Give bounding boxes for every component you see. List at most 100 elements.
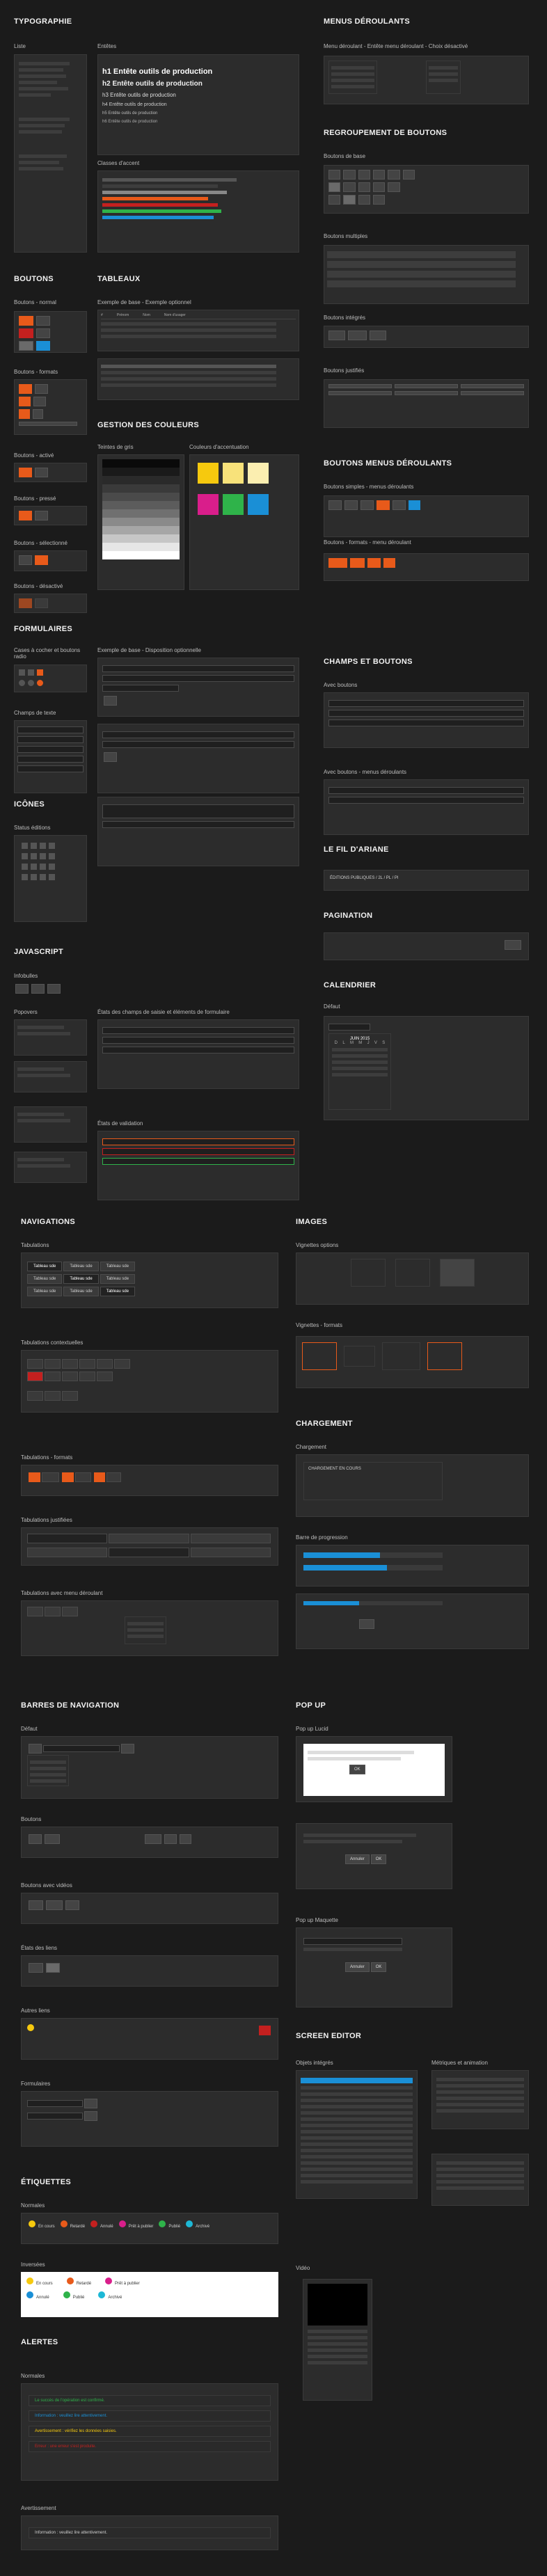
success-field[interactable] bbox=[102, 1158, 294, 1165]
group-btn[interactable] bbox=[388, 182, 400, 192]
format-tab[interactable] bbox=[75, 1472, 92, 1482]
format-button-2[interactable] bbox=[35, 384, 49, 394]
video-btn[interactable] bbox=[45, 1900, 63, 1910]
sample-button-red[interactable] bbox=[19, 328, 33, 338]
field-1[interactable] bbox=[17, 726, 84, 733]
sample-button-light[interactable] bbox=[19, 341, 33, 351]
group-btn[interactable] bbox=[328, 195, 341, 205]
injected-btn[interactable] bbox=[370, 331, 387, 340]
password-field[interactable] bbox=[102, 675, 294, 682]
format-tab[interactable] bbox=[94, 1472, 106, 1482]
format-tab[interactable] bbox=[106, 1472, 122, 1482]
field-5[interactable] bbox=[17, 765, 84, 772]
radio-2[interactable] bbox=[28, 680, 34, 686]
ctx-tab[interactable] bbox=[79, 1359, 96, 1369]
tab[interactable]: Tableau sde bbox=[63, 1287, 99, 1296]
menu-btn[interactable] bbox=[409, 500, 421, 510]
popup-model-ok[interactable]: OK bbox=[370, 1962, 387, 1972]
dropdown-tab[interactable] bbox=[27, 1607, 44, 1616]
error-field[interactable] bbox=[102, 1148, 294, 1155]
navbar-btn[interactable] bbox=[164, 1834, 177, 1844]
h-password-field[interactable] bbox=[102, 741, 294, 748]
pressed-button-1[interactable] bbox=[19, 511, 33, 520]
sample-button-gray[interactable] bbox=[35, 316, 51, 326]
group-btn[interactable] bbox=[358, 170, 371, 180]
group-btn[interactable] bbox=[373, 182, 386, 192]
thumbnail[interactable] bbox=[382, 1342, 420, 1370]
tab[interactable]: Tableau sde bbox=[100, 1287, 136, 1296]
ctx-tab[interactable] bbox=[97, 1359, 113, 1369]
field-with-menu[interactable] bbox=[328, 787, 524, 794]
ctx-tab[interactable] bbox=[27, 1359, 44, 1369]
video-preview[interactable] bbox=[308, 2284, 367, 2325]
justified-btn[interactable] bbox=[395, 391, 458, 395]
radio-3[interactable] bbox=[37, 680, 43, 686]
h-submit-button[interactable] bbox=[104, 752, 118, 762]
field-4[interactable] bbox=[17, 756, 84, 763]
nav-item[interactable] bbox=[29, 1744, 42, 1754]
field-3[interactable] bbox=[17, 746, 84, 753]
tab[interactable]: Tableau sde bbox=[27, 1287, 63, 1296]
selected-button-1[interactable] bbox=[19, 555, 33, 565]
injected-btn[interactable] bbox=[348, 331, 367, 340]
menu-format-btn[interactable] bbox=[328, 558, 348, 568]
group-btn[interactable] bbox=[373, 195, 386, 205]
tooltip-button-3[interactable] bbox=[47, 984, 61, 994]
tab-dropdown-menu[interactable] bbox=[125, 1616, 166, 1644]
popup-ok-button-2[interactable]: OK bbox=[370, 1854, 387, 1864]
justified-tab[interactable] bbox=[190, 1548, 271, 1557]
popup-ok-button[interactable]: OK bbox=[349, 1765, 365, 1774]
email-field[interactable] bbox=[102, 665, 294, 672]
thumbnail[interactable] bbox=[302, 1342, 337, 1370]
justified-tab[interactable] bbox=[109, 1548, 189, 1557]
group-btn[interactable] bbox=[358, 195, 371, 205]
field-with-button[interactable] bbox=[328, 719, 524, 726]
justified-btn[interactable] bbox=[461, 384, 524, 388]
active-button-1[interactable] bbox=[19, 468, 33, 477]
menu-btn[interactable] bbox=[344, 500, 358, 510]
menu-btn[interactable] bbox=[328, 500, 342, 510]
group-btn[interactable] bbox=[328, 182, 341, 192]
format-button-5[interactable] bbox=[19, 409, 30, 419]
ctx-tab[interactable] bbox=[45, 1359, 61, 1369]
format-button-6[interactable] bbox=[32, 409, 44, 419]
sample-button-blue[interactable] bbox=[35, 341, 51, 351]
menu-btn[interactable] bbox=[393, 500, 406, 510]
format-tab[interactable] bbox=[29, 1472, 41, 1482]
tab[interactable]: Tableau sde bbox=[100, 1262, 136, 1271]
injected-btn[interactable] bbox=[328, 331, 346, 340]
file-field[interactable] bbox=[102, 685, 180, 692]
tooltip-button-2[interactable] bbox=[31, 984, 45, 994]
state-field-3[interactable] bbox=[102, 1047, 294, 1054]
navbar-search[interactable] bbox=[43, 1745, 120, 1752]
justified-tab[interactable] bbox=[190, 1534, 271, 1543]
format-tab[interactable] bbox=[62, 1472, 74, 1482]
tab[interactable]: Tableau sde bbox=[63, 1274, 99, 1284]
nav-link[interactable] bbox=[45, 1963, 61, 1973]
video-btn[interactable] bbox=[29, 1900, 43, 1910]
thumbnail[interactable] bbox=[439, 1259, 475, 1287]
tooltip-button-1[interactable] bbox=[15, 984, 29, 994]
sample-button-orange[interactable] bbox=[19, 316, 33, 326]
cancel-load-button[interactable] bbox=[359, 1619, 375, 1629]
radio-1[interactable] bbox=[19, 680, 25, 686]
ctx-tab[interactable] bbox=[62, 1359, 79, 1369]
ctx-tab[interactable] bbox=[79, 1372, 96, 1381]
navbar-btn[interactable] bbox=[145, 1834, 162, 1844]
menu-format-btn[interactable] bbox=[367, 558, 381, 568]
thumbnail[interactable] bbox=[427, 1342, 462, 1370]
dropdown-tab[interactable] bbox=[45, 1607, 61, 1616]
sample-button-dark[interactable] bbox=[35, 328, 51, 338]
ctx-tab[interactable] bbox=[27, 1391, 44, 1401]
thumbnail[interactable] bbox=[395, 1259, 430, 1287]
navbar-btn[interactable] bbox=[179, 1834, 192, 1844]
field-with-button[interactable] bbox=[328, 710, 524, 717]
nav-item[interactable] bbox=[121, 1744, 135, 1754]
tab[interactable]: Tableau sde bbox=[100, 1274, 136, 1284]
navbar-btn[interactable] bbox=[45, 1834, 61, 1844]
ctx-tab[interactable] bbox=[45, 1372, 61, 1381]
popup-model-cancel[interactable]: Annuler bbox=[345, 1962, 370, 1972]
format-button-4[interactable] bbox=[33, 397, 46, 406]
h-email-field[interactable] bbox=[102, 731, 294, 738]
format-button-1[interactable] bbox=[19, 384, 33, 394]
